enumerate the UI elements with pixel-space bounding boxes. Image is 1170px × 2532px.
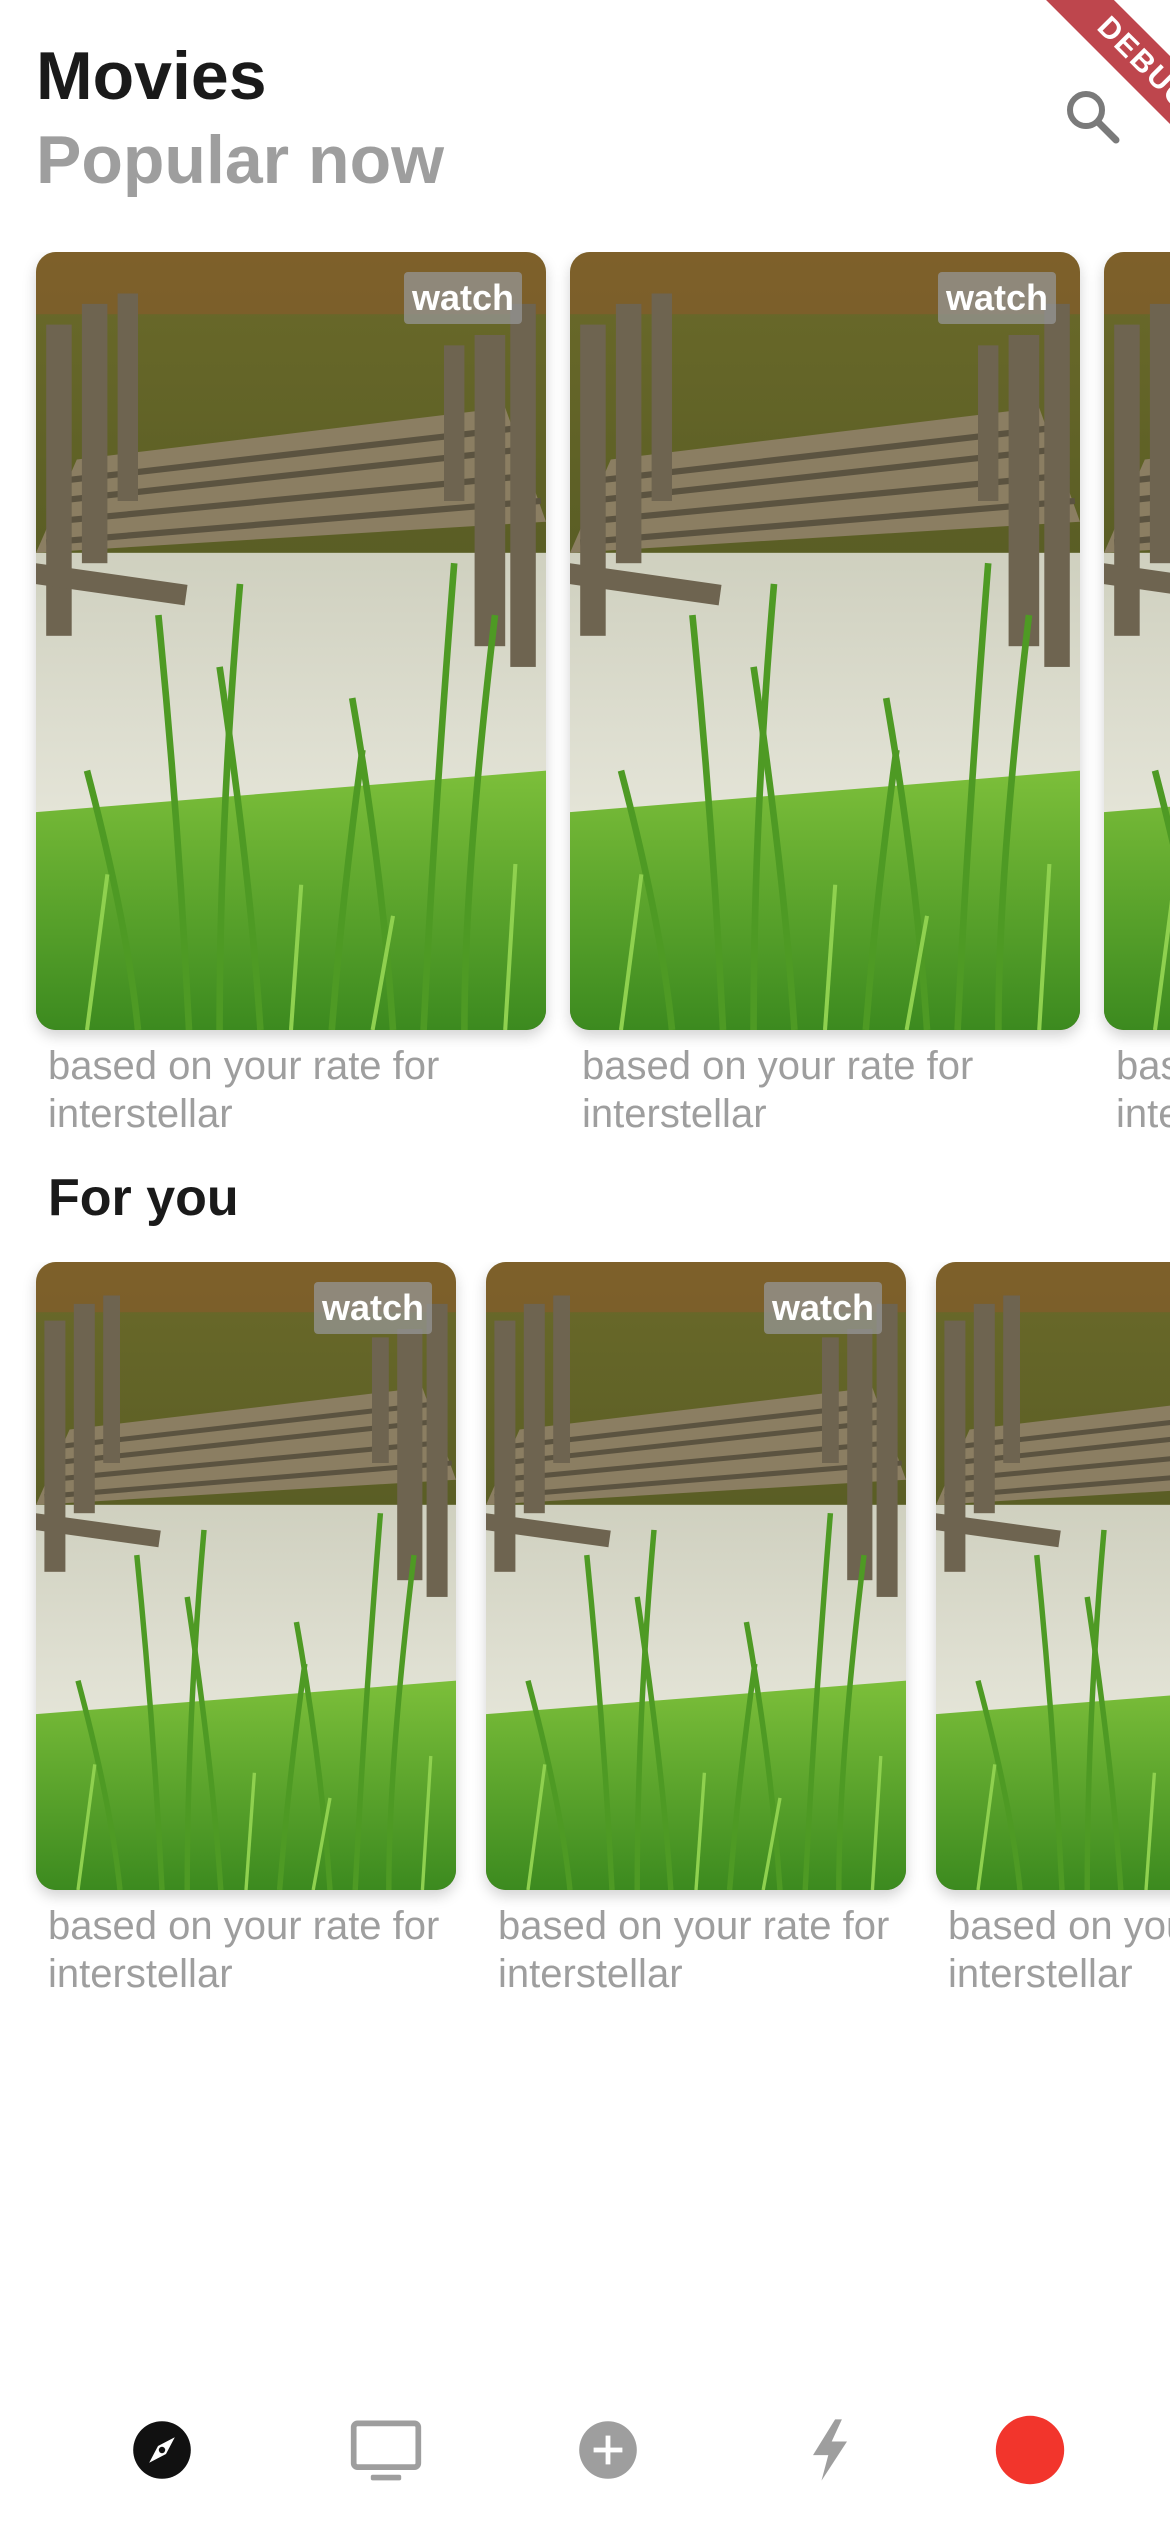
watch-badge[interactable]: watch	[313, 1282, 432, 1334]
page-subtitle: Popular now	[36, 122, 444, 198]
popular-now-carousel[interactable]: watch based on your rate for interstella…	[0, 252, 1170, 1152]
movie-poster[interactable]: watch	[570, 252, 1080, 1030]
movie-caption: based on your rate for interstellar	[498, 1904, 890, 1996]
movie-caption: based on your rate for interstellar	[1116, 1044, 1170, 1136]
for-you-carousel[interactable]: watch based on your rate for interstella…	[0, 1262, 1170, 2022]
record-icon[interactable]	[990, 2410, 1070, 2490]
watch-badge[interactable]: watch	[763, 1282, 882, 1334]
page-title: Movies	[36, 38, 267, 114]
search-icon[interactable]	[1062, 86, 1122, 146]
movie-poster[interactable]: watch	[486, 1262, 906, 1890]
tv-icon[interactable]	[346, 2410, 426, 2490]
watch-badge[interactable]: watch	[403, 272, 522, 324]
add-circle-icon[interactable]	[568, 2410, 648, 2490]
movie-caption: based on your rate for interstellar	[582, 1044, 974, 1136]
for-you-title: For you	[48, 1169, 239, 1227]
movie-poster[interactable]: watch	[36, 1262, 456, 1890]
movie-poster[interactable]: watch	[36, 252, 546, 1030]
compass-icon[interactable]	[122, 2410, 202, 2490]
movie-poster[interactable]: watch	[936, 1262, 1170, 1890]
lightning-icon[interactable]	[790, 2410, 870, 2490]
movie-caption: based on your rate for interstellar	[48, 1904, 440, 1996]
movie-caption: based on your rate for interstellar	[948, 1904, 1170, 1996]
movie-poster[interactable]: watch	[1104, 252, 1170, 1030]
movie-caption: based on your rate for interstellar	[48, 1044, 440, 1136]
bottom-navigation	[0, 2400, 1170, 2500]
watch-badge[interactable]: watch	[937, 272, 1056, 324]
